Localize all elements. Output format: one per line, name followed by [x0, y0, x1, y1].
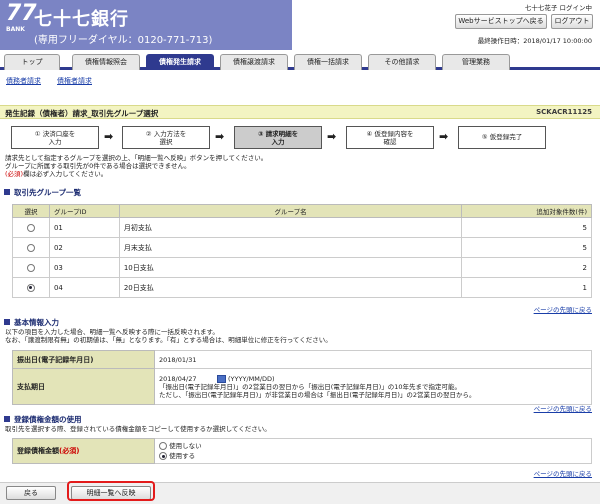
register-amount-table: 登録債権金額(必須) 使用しない 使用する: [12, 438, 592, 464]
table-row: 01 月初支払 5: [12, 217, 592, 238]
register-amount-opt-yes: 使用する: [169, 452, 196, 460]
group-radio-04[interactable]: [26, 283, 35, 292]
tab-other-requests[interactable]: その他請求: [368, 54, 436, 70]
group-name: 20日支払: [118, 277, 463, 298]
instruction-1: 請求先として指定するグループを選択の上、「明細一覧へ反映」ボタンを押してください…: [5, 154, 268, 162]
section-group-list-title: 取引先グループ一覧: [4, 187, 81, 198]
web-service-top-button[interactable]: Webサービストップへ戻る: [455, 14, 547, 29]
group-name: 10日支払: [118, 257, 463, 278]
login-user: 七十七花子 ログイン中: [524, 4, 592, 12]
group-id: 04: [48, 277, 120, 298]
back-to-top-link[interactable]: ページの先頭に戻る: [534, 403, 592, 413]
tab-claim-bulk[interactable]: 債権一括請求: [294, 54, 362, 70]
section-bullet-icon: [4, 416, 10, 422]
calendar-icon[interactable]: [217, 374, 226, 383]
group-name: 月末支払: [118, 237, 463, 258]
col-select: 選択: [12, 204, 50, 218]
group-radio-02[interactable]: [26, 243, 35, 252]
table-row: 03 10日支払 2: [12, 257, 592, 278]
step-2: ② 入力方法を 選択: [122, 126, 210, 149]
step-arrow-icon: ➡: [104, 130, 114, 143]
register-amount-radio-yes[interactable]: [159, 452, 167, 460]
group-count: 5: [461, 217, 592, 238]
step-4: ④ 仮登録内容を 確認: [346, 126, 434, 149]
screen-id: SCKACR11125: [536, 108, 592, 116]
subnav-debtor-request[interactable]: 債務者請求: [6, 76, 41, 86]
issue-date-value: 2018/01/31: [154, 350, 592, 369]
instruction-3: (必須)欄は必ず入力してください。: [5, 170, 107, 178]
step-arrow-icon: ➡: [439, 130, 449, 143]
highlight-box: [67, 481, 155, 501]
main-nav: トップ 債権情報照会 債権発生請求 債権譲渡請求 債権一括請求 その他請求 管理…: [0, 52, 600, 70]
step-3: ③ 請求明細を 入力: [234, 126, 322, 149]
required-mark: (必須): [59, 447, 80, 455]
col-group-name: グループ名: [118, 204, 463, 218]
basic-note-2: なお、「譲渡制限有無」の初期値は、「無」となります。「有」とする場合は、明細単位…: [5, 336, 332, 344]
group-name: 月初支払: [118, 217, 463, 238]
due-date-format: (YYYY/MM/DD): [228, 374, 275, 383]
group-count: 5: [461, 237, 592, 258]
logo-sub: BANK: [6, 26, 25, 33]
basic-info-table: 振出日(電子記録年月日) 2018/01/31 支払期日 2018/04/27 (…: [12, 350, 592, 405]
bank-logo-banner: 77 BANK 七十七銀行 (専用フリーダイヤル：0120-771-713): [0, 0, 292, 50]
due-date-input[interactable]: 2018/04/27: [159, 375, 215, 383]
register-amount-radio-no[interactable]: [159, 442, 167, 450]
tab-claim-transfer[interactable]: 債権譲渡請求: [220, 54, 288, 70]
register-amount-label: 登録債権金額: [17, 447, 59, 455]
group-count: 1: [461, 277, 592, 298]
required-mark: (必須): [5, 170, 24, 178]
back-to-top-link[interactable]: ページの先頭に戻る: [534, 468, 592, 478]
logo-number: 77: [6, 1, 37, 26]
step-5: ⑤ 仮登録完了: [458, 126, 546, 149]
section-bullet-icon: [4, 319, 10, 325]
sub-nav: 債務者請求 債権者請求: [0, 73, 600, 87]
register-amount-opt-no: 使用しない: [169, 442, 202, 450]
issue-date-label: 振出日(電子記録年月日): [12, 350, 155, 369]
tab-admin[interactable]: 管理業務: [442, 54, 510, 70]
due-date-note-2: ただし、「振出日(電子記録年月日)」が非営業日の場合は「振出日(電子記録年月日)…: [159, 390, 476, 399]
register-note: 取引先を選択する際、登録されている債権金額をコピーして使用するか選択してください…: [5, 425, 271, 433]
last-operation-time: 最終操作日時：2018/01/17 10:00:00: [477, 37, 592, 45]
section-register-amount-title: 登録債権金額の使用: [4, 414, 82, 425]
group-radio-03[interactable]: [26, 263, 35, 272]
page-title: 発生記録（債権者）請求_取引先グループ選択: [5, 109, 159, 118]
section-basic-info-title: 基本情報入力: [4, 317, 59, 328]
section-bullet-icon: [4, 189, 10, 195]
tab-top[interactable]: トップ: [4, 54, 60, 70]
bank-name: 七十七銀行: [34, 9, 129, 30]
back-button[interactable]: 戻る: [6, 486, 56, 500]
group-id: 01: [48, 217, 120, 238]
group-id: 03: [48, 257, 120, 278]
step-1: ① 決済口座を 入力: [11, 126, 99, 149]
basic-note-1: 以下の項目を入力した場合、明細一覧へ反映する際に一括反映されます。: [5, 328, 219, 336]
col-group-id: グループID: [48, 204, 120, 218]
group-table: 選択 グループID グループ名 追加対象件数(件) 01 月初支払 5 02 月…: [12, 204, 592, 298]
group-radio-01[interactable]: [26, 223, 35, 232]
tab-claim-issue[interactable]: 債権発生請求: [146, 54, 214, 70]
instruction-2: グループに所属する取引先が0件である場合は選択できません。: [5, 162, 191, 170]
instruction-3-text: 欄は必ず入力してください。: [23, 170, 108, 178]
logout-button[interactable]: ログアウト: [551, 14, 593, 29]
table-row: 04 20日支払 1: [12, 277, 592, 298]
step-arrow-icon: ➡: [327, 130, 337, 143]
subnav-creditor-request[interactable]: 債権者請求: [57, 76, 92, 86]
back-to-top-link[interactable]: ページの先頭に戻る: [534, 304, 592, 314]
col-add-count: 追加対象件数(件): [461, 204, 592, 218]
due-date-label: 支払期日: [12, 368, 155, 405]
group-id: 02: [48, 237, 120, 258]
table-row: 02 月末支払 5: [12, 237, 592, 258]
step-arrow-icon: ➡: [215, 130, 225, 143]
tab-claim-inquiry[interactable]: 債権情報照会: [72, 54, 140, 70]
due-date-note-1: 「振出日(電子記録年月日)」の2営業日の翌日から「振出日(電子記録年月日)」の1…: [159, 382, 462, 391]
group-count: 2: [461, 257, 592, 278]
toll-free-phone: (専用フリーダイヤル：0120-771-713): [34, 35, 213, 46]
